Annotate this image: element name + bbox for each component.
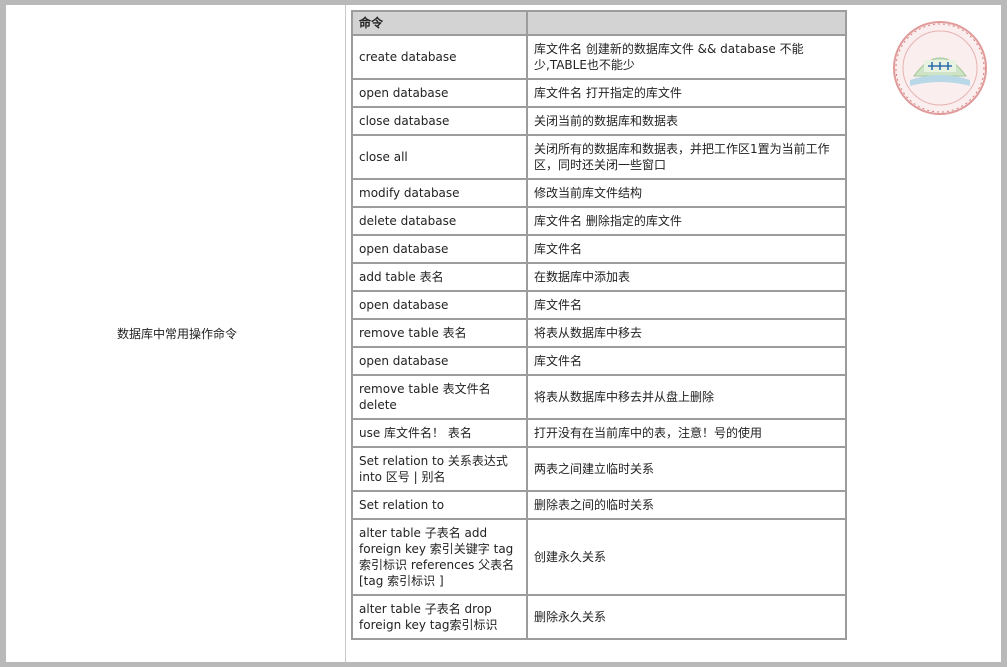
command-cell: Set relation to 关系表达式 into 区号 | 别名 — [351, 446, 528, 492]
table-body: create database 库文件名 创建新的数据库文件 && databas… — [351, 34, 847, 640]
command-table: 命令 create database 库文件名 创建新的数据库文件 && data… — [351, 10, 847, 640]
command-cell: open database — [351, 290, 528, 320]
table-row: Set relation to 关系表达式 into 区号 | 别名 两表之间建立… — [351, 446, 847, 492]
table-row: modify database 修改当前库文件结构 — [351, 178, 847, 208]
table-row: open database 库文件名 — [351, 346, 847, 376]
description-cell: 库文件名 — [526, 234, 847, 264]
table-row: open database 库文件名 — [351, 234, 847, 264]
description-cell: 将表从数据库中移去并从盘上删除 — [526, 374, 847, 420]
school-seal-logo — [893, 21, 987, 115]
header-command: 命令 — [351, 10, 528, 36]
left-title: 数据库中常用操作命令 — [116, 327, 237, 341]
table-row: add table 表名 在数据库中添加表 — [351, 262, 847, 292]
description-cell: 关闭所有的数据库和数据表，并把工作区1置为当前工作区，同时还关闭一些窗口 — [526, 134, 847, 180]
description-cell: 删除永久关系 — [526, 594, 847, 640]
table-row: alter table 子表名 add foreign key 索引关键字 ta… — [351, 518, 847, 596]
command-cell: use 库文件名！ 表名 — [351, 418, 528, 448]
description-cell: 将表从数据库中移去 — [526, 318, 847, 348]
table-row: remove table 表名 将表从数据库中移去 — [351, 318, 847, 348]
table-row: Set relation to 删除表之间的临时关系 — [351, 490, 847, 520]
table-row: remove table 表文件名 delete 将表从数据库中移去并从盘上删除 — [351, 374, 847, 420]
description-cell: 在数据库中添加表 — [526, 262, 847, 292]
left-panel: 数据库中常用操作命令 — [6, 5, 346, 662]
table-header-row: 命令 — [351, 10, 847, 36]
description-cell: 打开没有在当前库中的表，注意！号的使用 — [526, 418, 847, 448]
description-cell: 库文件名 删除指定的库文件 — [526, 206, 847, 236]
table-row: use 库文件名！ 表名 打开没有在当前库中的表，注意！号的使用 — [351, 418, 847, 448]
command-cell: remove table 表名 — [351, 318, 528, 348]
description-cell: 两表之间建立临时关系 — [526, 446, 847, 492]
command-cell: delete database — [351, 206, 528, 236]
command-cell: close all — [351, 134, 528, 180]
command-cell: alter table 子表名 add foreign key 索引关键字 ta… — [351, 518, 528, 596]
table-row: open database 库文件名 — [351, 290, 847, 320]
description-cell: 库文件名 创建新的数据库文件 && database 不能少,TABLE也不能少 — [526, 34, 847, 80]
command-cell: create database — [351, 34, 528, 80]
command-cell: remove table 表文件名 delete — [351, 374, 528, 420]
description-cell: 删除表之间的临时关系 — [526, 490, 847, 520]
header-description — [526, 10, 847, 36]
command-cell: close database — [351, 106, 528, 136]
table-row: open database 库文件名 打开指定的库文件 — [351, 78, 847, 108]
description-cell: 库文件名 打开指定的库文件 — [526, 78, 847, 108]
table-row: create database 库文件名 创建新的数据库文件 && databas… — [351, 34, 847, 80]
table-row: close all 关闭所有的数据库和数据表，并把工作区1置为当前工作区，同时还关… — [351, 134, 847, 180]
command-cell: Set relation to — [351, 490, 528, 520]
command-cell: open database — [351, 346, 528, 376]
table-row: close database 关闭当前的数据库和数据表 — [351, 106, 847, 136]
description-cell: 库文件名 — [526, 290, 847, 320]
command-cell: alter table 子表名 drop foreign key tag索引标识 — [351, 594, 528, 640]
description-cell: 修改当前库文件结构 — [526, 178, 847, 208]
description-cell: 关闭当前的数据库和数据表 — [526, 106, 847, 136]
command-cell: modify database — [351, 178, 528, 208]
table-row: alter table 子表名 drop foreign key tag索引标识… — [351, 594, 847, 640]
table-row: delete database 库文件名 删除指定的库文件 — [351, 206, 847, 236]
description-cell: 创建永久关系 — [526, 518, 847, 596]
command-cell: open database — [351, 78, 528, 108]
description-cell: 库文件名 — [526, 346, 847, 376]
command-cell: add table 表名 — [351, 262, 528, 292]
command-cell: open database — [351, 234, 528, 264]
